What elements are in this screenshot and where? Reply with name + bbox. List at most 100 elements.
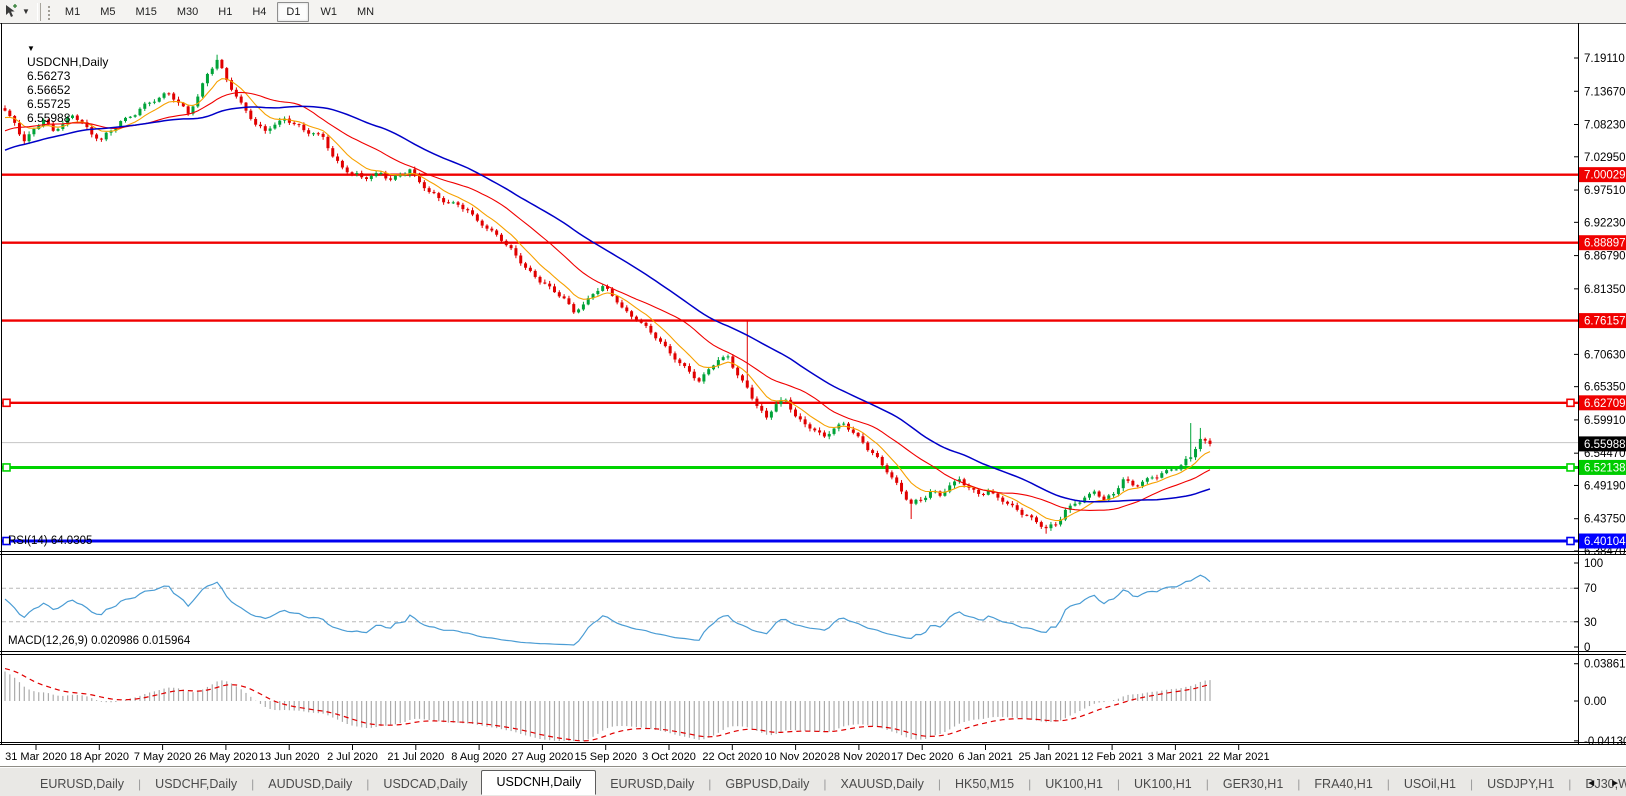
price-tick-label: 6.86790: [1584, 251, 1626, 263]
date-label: 22 Mar 2021: [1208, 751, 1270, 763]
chart-title: ▼ USDCNH,Daily 6.56273 6.56652 6.55725 6…: [7, 27, 112, 139]
date-label: 25 Jan 2021: [1019, 751, 1080, 763]
timeframe-button-d1[interactable]: D1: [277, 2, 309, 22]
rsi-scale-label: 70: [1584, 583, 1597, 595]
tab-fra40-h1[interactable]: FRA40,H1: [1300, 774, 1386, 794]
tab-eurusd-daily[interactable]: EURUSD,Daily: [596, 774, 708, 794]
hline-handle[interactable]: [3, 464, 10, 471]
date-label: 3 Mar 2021: [1148, 751, 1204, 763]
price-tick-label: 7.08230: [1584, 120, 1626, 132]
toolbar-grip-handle[interactable]: [46, 4, 51, 20]
date-label: 10 Nov 2020: [764, 751, 826, 763]
date-label: 3 Oct 2020: [642, 751, 696, 763]
hline-handle[interactable]: [3, 399, 10, 406]
date-label: 28 Nov 2020: [828, 751, 890, 763]
date-label: 8 Aug 2020: [451, 751, 507, 763]
tab-usdjpy-h1[interactable]: USDJPY,H1: [1473, 774, 1568, 794]
price-tick-label: 6.97510: [1584, 185, 1626, 197]
timeframe-button-mn[interactable]: MN: [348, 2, 383, 22]
ohlc-low: 6.55725: [27, 97, 70, 111]
tab-usdcnh-daily[interactable]: USDCNH,Daily: [481, 770, 596, 795]
tab-xauusd-daily[interactable]: XAUUSD,Daily: [827, 774, 938, 794]
cursor-tool-caret-icon[interactable]: ▼: [22, 7, 30, 16]
macd-scale-label: 0.038615: [1584, 659, 1626, 671]
macd-scale-label: -0.041306: [1584, 736, 1626, 748]
tab-audusd-daily[interactable]: AUDUSD,Daily: [254, 774, 366, 794]
date-label: 26 May 2020: [194, 751, 258, 763]
macd-indicator-label: MACD(12,26,9) 0.020986 0.015964: [8, 635, 190, 647]
hline-handle[interactable]: [1567, 399, 1574, 406]
chart-tab-bar: EURUSD,Daily|USDCHF,Daily|AUDUSD,Daily|U…: [0, 766, 1626, 796]
chart-symbol-label: USDCNH,Daily: [27, 55, 108, 69]
price-tick-label: 6.43750: [1584, 514, 1626, 526]
rsi-scale-label: 100: [1584, 558, 1603, 570]
price-badge-6.76157: 6.76157: [1584, 316, 1626, 328]
chart-canvas[interactable]: 7.19110 7.13670 7.08230 7.02950 6.97510 6.922…: [0, 23, 1626, 766]
date-label: 7 May 2020: [134, 751, 191, 763]
trading-platform-window: ▼ M1M5M15M30H1H4D1W1MN 7.19110 7.13670 7.0…: [0, 0, 1626, 796]
chart-cursor-icon: [4, 4, 19, 19]
timeframe-button-m30[interactable]: M30: [168, 2, 207, 22]
toolbar-separator: [37, 3, 41, 21]
date-label: 12 Feb 2021: [1081, 751, 1143, 763]
timeframe-button-h1[interactable]: H1: [209, 2, 241, 22]
ohlc-close: 6.55988: [27, 111, 70, 125]
tab-usdchf-daily[interactable]: USDCHF,Daily: [141, 774, 251, 794]
tab-hk50-m15[interactable]: HK50,M15: [941, 774, 1028, 794]
rsi-indicator-label: RSI(14) 64.0305: [8, 535, 92, 547]
date-label: 22 Oct 2020: [702, 751, 762, 763]
date-label: 27 Aug 2020: [512, 751, 574, 763]
price-badge-6.88897: 6.88897: [1584, 238, 1626, 250]
price-badge-6.52138: 6.52138: [1584, 462, 1626, 474]
date-label: 31 Mar 2020: [5, 751, 67, 763]
collapse-caret-icon[interactable]: ▼: [27, 44, 35, 53]
price-badge-7.00029: 7.00029: [1584, 170, 1626, 182]
date-label: 2 Jul 2020: [327, 751, 378, 763]
price-tick-label: 6.49190: [1584, 480, 1626, 492]
timeframe-buttons: M1M5M15M30H1H4D1W1MN: [55, 2, 384, 22]
timeframe-button-h4[interactable]: H4: [243, 2, 275, 22]
price-tick-label: 6.92230: [1584, 217, 1626, 229]
date-label: 18 Apr 2020: [70, 751, 129, 763]
ohlc-open: 6.56273: [27, 69, 70, 83]
tab-usoil-h1[interactable]: USOil,H1: [1390, 774, 1470, 794]
price-badge-6.62709: 6.62709: [1584, 398, 1626, 410]
timeframe-toolbar: ▼ M1M5M15M30H1H4D1W1MN: [0, 0, 1626, 24]
tab-ger30-h1[interactable]: GER30,H1: [1209, 774, 1297, 794]
timeframe-button-m5[interactable]: M5: [91, 2, 124, 22]
date-label: 21 Jul 2020: [387, 751, 444, 763]
price-tick-label: 6.81350: [1584, 284, 1626, 296]
price-tick-label: 6.65350: [1584, 382, 1626, 394]
chart-tabs: EURUSD,Daily|USDCHF,Daily|AUDUSD,Daily|U…: [0, 767, 1626, 796]
price-tick-label: 7.02950: [1584, 152, 1626, 164]
rsi-scale-label: 0: [1584, 642, 1590, 654]
rsi-scale-label: 30: [1584, 617, 1597, 629]
tab-gbpusd-daily[interactable]: GBPUSD,Daily: [711, 774, 823, 794]
price-tick-label: 7.19110: [1584, 53, 1625, 65]
tab-uk100-h1[interactable]: UK100,H1: [1120, 774, 1206, 794]
tab-usdcad-daily[interactable]: USDCAD,Daily: [369, 774, 481, 794]
date-label: 15 Sep 2020: [575, 751, 637, 763]
date-label: 13 Jun 2020: [259, 751, 320, 763]
tab-scroll-left-icon[interactable]: ◄: [1586, 779, 1596, 789]
tab-eurusd-daily[interactable]: EURUSD,Daily: [26, 774, 138, 794]
ohlc-high: 6.56652: [27, 83, 70, 97]
tab-scroll-right-icon[interactable]: ►: [1610, 779, 1620, 789]
hline-handle[interactable]: [1567, 538, 1574, 545]
chart-window: 7.19110 7.13670 7.08230 7.02950 6.97510 6.922…: [0, 23, 1626, 766]
tab-uk100-h1[interactable]: UK100,H1: [1031, 774, 1117, 794]
timeframe-button-m1[interactable]: M1: [56, 2, 89, 22]
timeframe-button-w1[interactable]: W1: [311, 2, 346, 22]
price-tick-label: 6.59910: [1584, 415, 1626, 427]
price-tick-label: 6.70630: [1584, 349, 1626, 361]
hline-handle[interactable]: [1567, 464, 1574, 471]
price-badge-6.55988: 6.55988: [1584, 439, 1626, 451]
price-badge-6.40104: 6.40104: [1584, 536, 1626, 548]
cursor-tool-button[interactable]: ▼: [0, 1, 34, 23]
date-label: 6 Jan 2021: [958, 751, 1012, 763]
tab-scroll-arrows: ◄ ►: [1586, 779, 1620, 789]
macd-scale-label: 0.00: [1584, 696, 1606, 708]
price-tick-label: 7.13670: [1584, 86, 1626, 98]
timeframe-button-m15[interactable]: M15: [126, 2, 165, 22]
date-label: 17 Dec 2020: [891, 751, 953, 763]
